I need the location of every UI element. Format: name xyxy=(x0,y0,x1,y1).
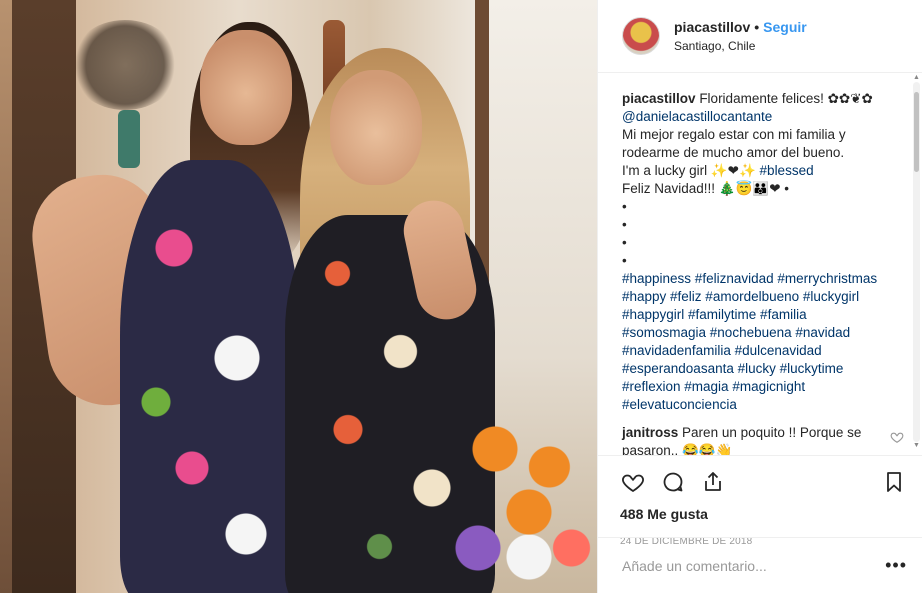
heart-icon xyxy=(622,474,644,493)
instagram-post-modal: piacastillov • Seguir Santiago, Chile pi… xyxy=(0,0,922,593)
comment-username[interactable]: janitross xyxy=(622,425,678,440)
caption-hashtags[interactable]: #happiness #feliznavidad #merrychristmas… xyxy=(622,270,892,414)
comments-area: piacastillov Floridamente felices! ✿✿❦✿ … xyxy=(598,74,922,455)
comment-input[interactable]: Añade un comentario... xyxy=(622,558,885,574)
comment-body: janitross Paren un poquito !! Porque se … xyxy=(622,424,882,455)
likes-count[interactable]: 488 Me gusta xyxy=(620,506,907,522)
post-photo[interactable] xyxy=(0,0,597,593)
photo-person-left-face xyxy=(200,30,292,145)
post-side-panel: piacastillov • Seguir Santiago, Chile pi… xyxy=(597,0,922,593)
add-comment-bar: Añade un comentario... ••• xyxy=(598,537,922,593)
comment-button[interactable] xyxy=(660,469,686,495)
scrollbar-down-arrow[interactable]: ▼ xyxy=(913,442,920,450)
caption-line-5: Feliz Navidad!!! 🎄😇👪❤ • xyxy=(622,181,790,196)
photo-plant xyxy=(70,20,180,110)
hashtag-blessed[interactable]: #blessed xyxy=(760,163,814,178)
comment-icon xyxy=(663,472,683,492)
bookmark-icon xyxy=(887,472,901,492)
photo-person-right-face xyxy=(330,70,422,185)
caption-mention[interactable]: @danielacastillocantante xyxy=(622,108,892,126)
scrollbar-up-arrow[interactable]: ▲ xyxy=(913,74,920,82)
caption-line-4: I'm a lucky girl ✨❤✨ xyxy=(622,163,756,178)
share-icon xyxy=(705,472,721,491)
location-link[interactable]: Santiago, Chile xyxy=(674,39,807,53)
separator-dot: • xyxy=(754,19,760,35)
follow-button[interactable]: Seguir xyxy=(763,19,807,35)
user-block: piacastillov • Seguir Santiago, Chile xyxy=(674,19,807,53)
avatar[interactable] xyxy=(622,17,660,55)
caption-bullet: • xyxy=(622,253,627,268)
action-icons xyxy=(620,460,907,504)
small-heart-icon[interactable] xyxy=(890,430,904,444)
post-header: piacastillov • Seguir Santiago, Chile xyxy=(598,0,922,73)
caption-line-1: Floridamente felices! ✿✿❦✿ xyxy=(699,91,873,106)
user-row: piacastillov • Seguir xyxy=(674,19,807,35)
comments-scrollbar[interactable] xyxy=(913,82,920,442)
caption-bullet: • xyxy=(622,235,627,250)
photo-person-left-dress xyxy=(120,160,300,593)
share-button[interactable] xyxy=(700,469,726,495)
photo-flowers xyxy=(427,413,597,593)
comment-item: janitross Paren un poquito !! Porque se … xyxy=(622,424,904,455)
scrollbar-thumb[interactable] xyxy=(914,92,919,172)
more-options-icon[interactable]: ••• xyxy=(885,555,907,576)
caption-bullet: • xyxy=(622,217,627,232)
caption-line-3: Mi mejor regalo estar con mi familia y r… xyxy=(622,127,846,160)
caption-bullet: • xyxy=(622,199,627,214)
post-caption: piacastillov Floridamente felices! ✿✿❦✿ … xyxy=(622,90,892,414)
caption-username[interactable]: piacastillov xyxy=(622,91,696,106)
save-button[interactable] xyxy=(881,469,907,495)
like-button[interactable] xyxy=(620,469,646,495)
username-link[interactable]: piacastillov xyxy=(674,19,750,35)
photo-vase xyxy=(118,110,140,168)
